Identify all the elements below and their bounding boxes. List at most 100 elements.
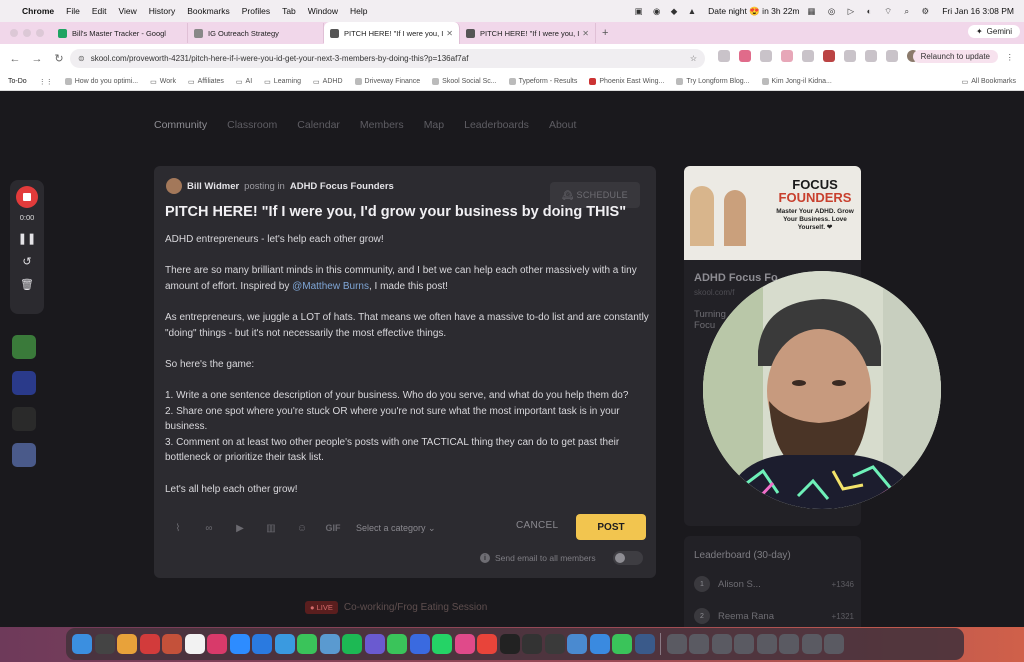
dock-app-icon[interactable]: [229, 634, 250, 654]
dock-app-icon[interactable]: [499, 634, 520, 654]
app-menu[interactable]: Chrome: [22, 6, 54, 16]
window-controls[interactable]: [0, 29, 52, 37]
dock-app-icon[interactable]: [162, 634, 182, 654]
site-info-icon[interactable]: ⊜: [78, 54, 85, 63]
app-icon[interactable]: [12, 407, 36, 431]
post-body[interactable]: ADHD entrepreneurs - let's help each oth…: [165, 232, 649, 497]
tab-pitch-2[interactable]: PITCH HERE! "If I were you, I ✕: [460, 23, 596, 43]
status-icons-2[interactable]: ▦ ◎ ▷ ◐ ⌔ ⌕ ⚙: [808, 6, 935, 17]
dock-app-icon[interactable]: [634, 634, 655, 654]
puzzle-icon[interactable]: [865, 50, 877, 62]
sidepanel-icon[interactable]: [886, 50, 898, 62]
bookmark-item[interactable]: How do you optimi...: [64, 78, 138, 85]
close-tab-icon[interactable]: ✕: [582, 29, 589, 38]
restart-icon[interactable]: ↺: [22, 255, 31, 268]
bookmark-item[interactable]: Driveway Finance: [354, 78, 420, 85]
dock-app-icon[interactable]: [711, 634, 732, 654]
all-bookmarks[interactable]: ▭ All Bookmarks: [962, 78, 1016, 86]
emoji-icon[interactable]: ☺: [290, 523, 314, 534]
tab-map[interactable]: Map: [424, 119, 444, 131]
dock-app-icon[interactable]: [824, 634, 844, 654]
bookmark-item[interactable]: Try Longform Blog...: [676, 78, 750, 85]
menu-help[interactable]: Help: [350, 6, 367, 16]
dock-app-icon[interactable]: [207, 634, 227, 654]
reload-icon[interactable]: ↻: [52, 52, 66, 65]
post-title[interactable]: PITCH HERE! "If I were you, I'd grow you…: [165, 204, 626, 220]
dock-app-icon[interactable]: [342, 634, 362, 654]
extension-icon[interactable]: [802, 50, 814, 62]
dock-app-icon[interactable]: [94, 634, 115, 654]
back-icon[interactable]: ←: [8, 53, 22, 65]
cancel-button[interactable]: CANCEL: [516, 520, 558, 531]
webcam-bubble[interactable]: [703, 271, 941, 509]
dock-app-icon[interactable]: [274, 634, 295, 654]
menu-profiles[interactable]: Profiles: [242, 6, 270, 16]
extension-icon[interactable]: [823, 50, 835, 62]
dock-app-icon[interactable]: [454, 634, 475, 654]
dock-app-icon[interactable]: [567, 634, 587, 654]
bookmark-star-icon[interactable]: ☆: [690, 54, 697, 63]
menu-tab[interactable]: Tab: [282, 6, 296, 16]
extension-icon[interactable]: [718, 50, 730, 62]
bookmark-item[interactable]: Phoenix East Wing...: [589, 78, 664, 85]
close-tab-icon[interactable]: ✕: [446, 29, 453, 38]
menu-bookmarks[interactable]: Bookmarks: [187, 6, 230, 16]
dock-app-icon[interactable]: [297, 634, 317, 654]
dock-app-icon[interactable]: [387, 634, 407, 654]
mention-link[interactable]: @Matthew Burns: [292, 281, 369, 292]
extension-icon[interactable]: [844, 50, 856, 62]
dock-app-icon[interactable]: [801, 634, 822, 654]
dock-app-icon[interactable]: [689, 634, 709, 654]
bookmark-folder[interactable]: ▭ Learning: [264, 78, 301, 86]
tab-classroom[interactable]: Classroom: [227, 119, 277, 131]
trash-icon[interactable]: 🗑: [20, 278, 34, 291]
bookmark-folder[interactable]: ▭ ADHD: [313, 78, 342, 86]
dock-app-icon[interactable]: [477, 634, 497, 654]
clock[interactable]: Fri Jan 16 3:08 PM: [942, 6, 1014, 16]
extension-icon[interactable]: [739, 50, 751, 62]
dock-app-icon[interactable]: [734, 634, 754, 654]
attachment-icon[interactable]: ⌇: [166, 523, 190, 534]
tab-ig-outreach[interactable]: IG Outreach Strategy: [188, 23, 324, 43]
group-name[interactable]: ADHD Focus Fo: [694, 272, 778, 284]
bookmark-folder[interactable]: ▭ Work: [150, 78, 176, 86]
dock-app-icon[interactable]: [779, 634, 799, 654]
menu-file[interactable]: File: [66, 6, 80, 16]
bookmark-item[interactable]: Typeform - Results: [508, 78, 577, 85]
stop-record-button[interactable]: [16, 186, 38, 208]
tab-members[interactable]: Members: [360, 119, 404, 131]
relaunch-button[interactable]: Relaunch to update: [912, 50, 998, 63]
menu-history[interactable]: History: [149, 6, 175, 16]
tab-pitch-active[interactable]: PITCH HERE! "If I were you, I ✕: [324, 22, 460, 44]
category-select[interactable]: Select a category ⌄: [356, 523, 436, 534]
leaderboard-row[interactable]: 2 Reema Rana +1321: [694, 608, 854, 624]
dock-app-icon[interactable]: [522, 634, 542, 654]
leaderboard-row[interactable]: 1 Alison S... +1346: [694, 576, 854, 592]
poll-icon[interactable]: ▥: [259, 523, 283, 534]
dock-app-icon[interactable]: [589, 634, 610, 654]
dock-app-icon[interactable]: [72, 634, 92, 654]
extension-icon[interactable]: [781, 50, 793, 62]
menu-dots-icon[interactable]: ⋮: [1006, 52, 1015, 63]
dock-app-icon[interactable]: [612, 634, 632, 654]
tab-community[interactable]: Community: [154, 119, 207, 131]
video-icon[interactable]: ▶: [228, 523, 252, 534]
menu-view[interactable]: View: [118, 6, 136, 16]
dock-app-icon[interactable]: [252, 634, 272, 654]
tab-tracker[interactable]: Bill's Master Tracker - Googl: [52, 23, 188, 43]
new-tab-icon[interactable]: +: [602, 27, 608, 39]
dock-app-icon[interactable]: [409, 634, 430, 654]
apps-grid-icon[interactable]: ⋮⋮: [39, 78, 53, 86]
bookmark-item[interactable]: Kim Jong-il Kidna...: [761, 78, 832, 85]
dock-app-icon[interactable]: [666, 634, 687, 654]
live-session-banner[interactable]: ● LIVE Co-working/Frog Eating Session: [305, 601, 487, 614]
forward-icon[interactable]: →: [30, 53, 44, 65]
app-icon[interactable]: [12, 443, 36, 467]
post-button[interactable]: POST: [576, 514, 646, 540]
dock-app-icon[interactable]: [544, 634, 565, 654]
dock-app-icon[interactable]: [432, 634, 452, 654]
bookmark-folder[interactable]: ▭ AI: [236, 78, 252, 86]
bookmark-item[interactable]: To-Do: [8, 78, 27, 85]
gemini-button[interactable]: ✦ Gemini: [967, 25, 1020, 38]
app-icon[interactable]: [12, 335, 36, 359]
